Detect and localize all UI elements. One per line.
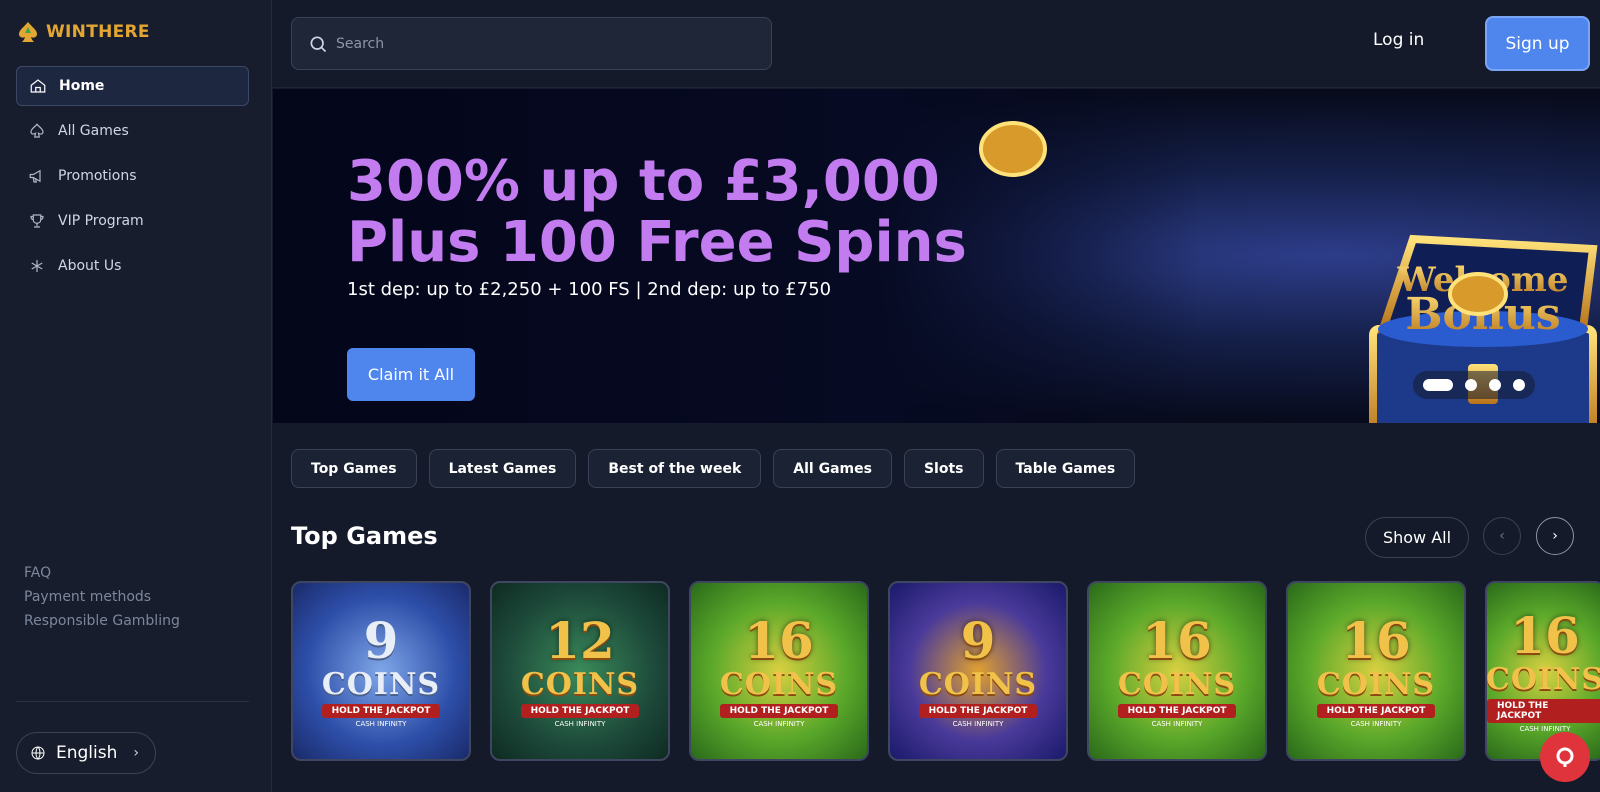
- carousel-prev-button[interactable]: ‹: [1483, 517, 1521, 555]
- game-tile[interactable]: 16 COINS HOLD THE JACKPOT CASH INFINITY: [1087, 581, 1267, 761]
- game-tag: CASH INFINITY: [554, 719, 606, 728]
- sidebar-item-promotions[interactable]: Promotions: [16, 156, 249, 196]
- carousel-dot-3[interactable]: [1489, 379, 1501, 391]
- language-label: English: [56, 743, 118, 763]
- carousel-dot-1[interactable]: [1423, 379, 1453, 391]
- tab-best-of-the-week[interactable]: Best of the week: [588, 449, 762, 488]
- game-ribbon: HOLD THE JACKPOT: [520, 703, 640, 718]
- signup-button[interactable]: Sign up: [1485, 16, 1590, 71]
- responsible-gambling-link[interactable]: Responsible Gambling: [24, 612, 180, 630]
- coin-illustration: [979, 121, 1047, 177]
- game-number: 16: [1142, 610, 1212, 670]
- banner-title: 300% up to £3,000 Plus 100 Free Spins: [347, 151, 967, 273]
- globe-icon: [31, 746, 45, 760]
- game-tag: CASH INFINITY: [1151, 719, 1203, 728]
- sidebar-nav: Home All Games Promotions VIP Program Ab…: [16, 66, 249, 291]
- game-word: COINS: [520, 666, 640, 702]
- sidebar-item-label: About Us: [58, 258, 122, 274]
- game-tile[interactable]: 12 COINS HOLD THE JACKPOT CASH INFINITY: [490, 581, 670, 761]
- sidebar-item-label: VIP Program: [58, 213, 144, 229]
- game-tag: CASH INFINITY: [753, 719, 805, 728]
- sidebar-footer-links: FAQ Payment methods Responsible Gambling: [24, 564, 180, 636]
- game-number: 16: [744, 610, 814, 670]
- home-icon: [30, 79, 46, 93]
- game-ribbon: HOLD THE JACKPOT: [1487, 698, 1600, 723]
- chevron-left-icon: ‹: [1499, 528, 1505, 544]
- asterisk-icon: [31, 260, 43, 272]
- search-box[interactable]: [291, 17, 772, 70]
- faq-link[interactable]: FAQ: [24, 564, 180, 582]
- game-number: 12: [545, 610, 615, 670]
- game-tag: CASH INFINITY: [952, 719, 1004, 728]
- tab-table-games[interactable]: Table Games: [995, 449, 1136, 488]
- login-button[interactable]: Log in: [1373, 30, 1424, 50]
- sidebar-item-home[interactable]: Home: [16, 66, 249, 106]
- game-tile[interactable]: 9 COINS HOLD THE JACKPOT CASH INFINITY: [888, 581, 1068, 761]
- brand-name: WINTHERE: [46, 22, 150, 42]
- sidebar-item-label: All Games: [58, 123, 129, 139]
- game-tile[interactable]: 9 COINS HOLD THE JACKPOT CASH INFINITY: [291, 581, 471, 761]
- sidebar-item-label: Home: [59, 78, 105, 94]
- game-word: COINS: [1485, 661, 1600, 697]
- game-ribbon: HOLD THE JACKPOT: [321, 703, 441, 718]
- carousel-indicators: [1413, 371, 1535, 399]
- game-tag: CASH INFINITY: [1350, 719, 1402, 728]
- tab-all-games[interactable]: All Games: [773, 449, 892, 488]
- section-title: Top Games: [291, 522, 438, 550]
- game-ribbon: HOLD THE JACKPOT: [918, 703, 1038, 718]
- payment-methods-link[interactable]: Payment methods: [24, 588, 180, 606]
- game-tag: CASH INFINITY: [355, 719, 407, 728]
- search-icon: [310, 36, 327, 52]
- chevron-right-icon: ›: [133, 745, 139, 761]
- claim-button[interactable]: Claim it All: [347, 348, 475, 401]
- promo-banner: Welcome Bonus 300% up to £3,000 Plus 100…: [273, 89, 1600, 423]
- banner-title-line-2: Plus 100 Free Spins: [347, 210, 967, 275]
- game-word: COINS: [918, 666, 1038, 702]
- top-header: Log in Sign up: [273, 0, 1600, 88]
- sidebar-item-vip-program[interactable]: VIP Program: [16, 201, 249, 241]
- banner-title-line-1: 300% up to £3,000: [347, 149, 940, 214]
- chat-icon: [1556, 747, 1574, 767]
- game-ribbon: HOLD THE JACKPOT: [1117, 703, 1237, 718]
- banner-subtitle: 1st dep: up to £2,250 + 100 FS | 2nd dep…: [347, 279, 832, 300]
- carousel-dot-2[interactable]: [1465, 379, 1477, 391]
- game-word: COINS: [719, 666, 839, 702]
- sidebar-item-about-us[interactable]: About Us: [16, 246, 249, 286]
- game-tile[interactable]: 16 COINS HOLD THE JACKPOT CASH INFINITY: [1286, 581, 1466, 761]
- sidebar-item-label: Promotions: [58, 168, 137, 184]
- game-word: COINS: [1117, 666, 1237, 702]
- game-number: 16: [1341, 610, 1411, 670]
- sidebar-divider: [16, 701, 249, 702]
- category-tabs: Top Games Latest Games Best of the week …: [291, 449, 1136, 488]
- game-number: 16: [1510, 605, 1580, 665]
- search-input[interactable]: [336, 35, 736, 52]
- carousel-dot-4[interactable]: [1513, 379, 1525, 391]
- tab-latest-games[interactable]: Latest Games: [428, 449, 577, 488]
- spade-icon: [30, 123, 44, 138]
- sidebar-item-all-games[interactable]: All Games: [16, 111, 249, 151]
- live-chat-button[interactable]: [1540, 732, 1590, 782]
- tab-top-games[interactable]: Top Games: [291, 449, 417, 488]
- show-all-button[interactable]: Show All: [1365, 517, 1469, 558]
- games-row: 9 COINS HOLD THE JACKPOT CASH INFINITY 1…: [291, 581, 1600, 761]
- game-word: COINS: [1316, 666, 1436, 702]
- sidebar: WINTHERE Home All Games Promotions VIP P…: [0, 0, 272, 792]
- language-selector[interactable]: English ›: [16, 732, 156, 774]
- game-tile[interactable]: 16 COINS HOLD THE JACKPOT CASH INFINITY: [689, 581, 869, 761]
- megaphone-icon: [29, 169, 41, 183]
- game-ribbon: HOLD THE JACKPOT: [1316, 703, 1436, 718]
- game-number: 9: [960, 610, 996, 670]
- tab-slots[interactable]: Slots: [903, 449, 984, 488]
- trophy-icon: [30, 214, 44, 228]
- game-tile[interactable]: 16 COINS HOLD THE JACKPOT CASH INFINITY: [1485, 581, 1600, 761]
- carousel-next-button[interactable]: ›: [1536, 517, 1574, 555]
- chevron-right-icon: ›: [1552, 528, 1558, 544]
- coin-illustration: [1448, 272, 1508, 316]
- game-number: 9: [363, 610, 399, 670]
- game-word: COINS: [321, 666, 441, 702]
- brand-logo[interactable]: WINTHERE: [16, 20, 150, 44]
- spade-logo-icon: [19, 22, 37, 42]
- game-ribbon: HOLD THE JACKPOT: [719, 703, 839, 718]
